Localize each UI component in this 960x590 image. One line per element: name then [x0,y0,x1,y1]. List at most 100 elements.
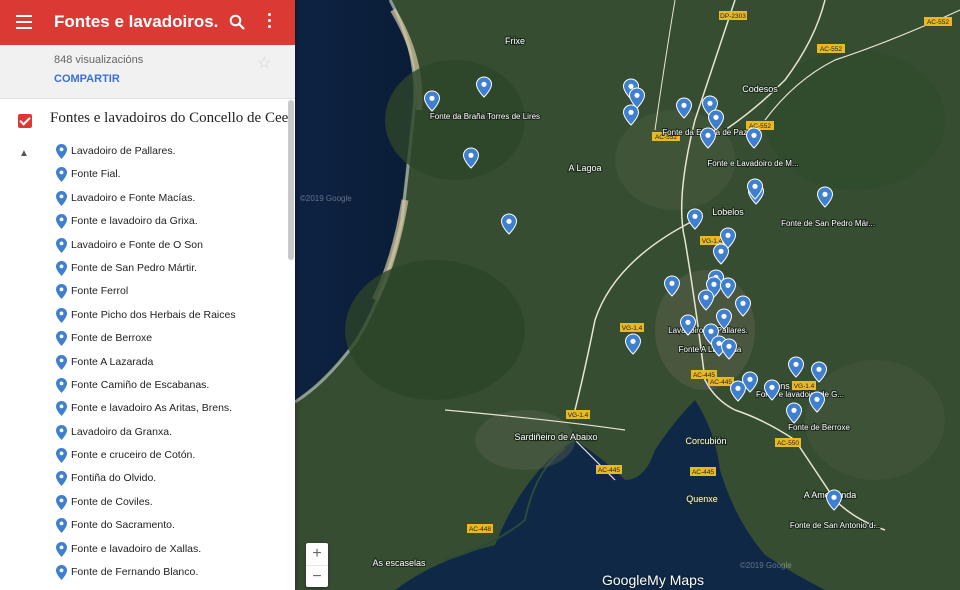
list-item-label: Fonte de Fernando Blanco. [71,566,199,579]
layer-header: Fontes e lavadoiros do Concello de Cee [0,99,295,139]
list-item-label: Lavadoiro e Fonte Macías. [71,191,196,204]
list-item[interactable]: Fonte e lavadoiro de Xallas. [0,538,290,561]
place-list: Lavadoiro de Pallares. Fonte Fial. Lavadoi… [0,140,290,584]
road-label: AC-445 [692,469,714,476]
map-stats: 848 visualizacións COMPARTIR ☆ [0,45,295,99]
app-header: Fontes e lavadoiros. [0,0,295,45]
layer-checkbox[interactable] [18,114,32,128]
road-label: AC-552 [927,19,949,26]
list-item-label: Fonte Ferrol [71,285,129,298]
list-item-label: Fontiña do Olvido. [71,472,157,485]
map-pin-icon [56,190,67,206]
list-item[interactable]: Lavadoiro e Fonte de O Son [0,234,290,257]
scrollbar[interactable] [288,100,294,260]
view-count: 848 visualizacións [54,54,144,66]
marker-label: Fonte da Braña Torres de Lires [430,112,540,121]
map-pin-icon [56,424,67,440]
list-item-label: Fonte Picho dos Herbais de Raices [71,308,236,321]
google-my-maps-logo: GoogleMy Maps [602,572,704,588]
place-label: Sardiñeiro de Abaixo [514,432,597,442]
list-item[interactable]: Fonte de Berroxe [0,327,290,350]
map-pin-icon [56,260,67,276]
star-icon[interactable]: ☆ [257,53,271,73]
menu-icon[interactable] [16,15,32,29]
list-item-label: Fonte e lavadoiro As Aritas, Brens. [71,402,233,415]
road-label: AC-445 [598,467,620,474]
place-label: Codesos [742,84,778,94]
place-label: Lobelos [712,207,744,217]
marker-label: Fonte de Berroxe [788,423,850,432]
list-item[interactable]: Fonte Ferrol [0,280,290,303]
layer-name[interactable]: Fontes e lavadoiros do Concello de Cee [50,110,288,127]
map-pin-icon [56,518,67,534]
map-watermark: ©2019 Google [740,561,792,570]
road-label: DP-2303 [720,13,746,20]
marker-label: Fonte de San Antonio d... [790,521,880,530]
list-item[interactable]: Lavadoiro e Fonte Macías. [0,187,290,210]
list-item[interactable]: Fonte Picho dos Herbais de Raices [0,304,290,327]
place-label: As escaselas [372,558,426,568]
more-vert-icon[interactable] [268,13,272,29]
road-label: AC-550 [777,440,799,447]
list-item[interactable]: Fonte Camiño de Escabanas. [0,374,290,397]
list-item-label: Fonte de Coviles. [71,495,153,508]
map-pin-icon [56,494,67,510]
google-wordmark: Google [602,572,648,588]
list-item-label: Fonte A Lazarada [71,355,154,368]
map-pin-icon [56,541,67,557]
map-pin-icon [56,214,67,230]
list-item[interactable]: Fontiña do Olvido. [0,467,290,490]
map-pin-icon [56,354,67,370]
list-item-label: Lavadoiro da Granxa. [71,425,172,438]
my-maps-wordmark: My Maps [647,572,704,588]
side-panel: Fontes e lavadoiros. 848 visualizacións … [0,0,295,590]
marker-label: Fonte e Lavadoiro de M... [707,159,798,168]
zoom-control: + − [306,543,328,587]
zoom-in-button[interactable]: + [306,543,328,566]
list-item[interactable]: Fonte de San Pedro Mártir. [0,257,290,280]
share-button[interactable]: COMPARTIR [54,73,120,85]
map-pin-icon [56,471,67,487]
zoom-out-button[interactable]: − [306,566,328,588]
list-item[interactable]: Lavadoiro de Pallares. [0,140,290,163]
map-canvas[interactable]: DP-2303 AC-552 AC-552 AC-552 AC-552 VG-1… [295,0,960,590]
place-label: A Lagoa [568,163,601,173]
list-item[interactable]: Fonte do Sacramento. [0,514,290,537]
satellite-map: DP-2303 AC-552 AC-552 AC-552 AC-552 VG-1… [295,0,960,590]
list-item-label: Fonte Fial. [71,168,121,181]
map-pin-icon [56,284,67,300]
list-item-label: Lavadoiro de Pallares. [71,145,176,157]
road-label: AC-552 [820,46,842,53]
place-label: Corcubión [685,436,726,446]
list-item-label: Lavadoiro e Fonte de O Son [71,238,203,251]
map-pin-icon [56,565,67,581]
road-label: VG-1.4 [794,383,815,390]
map-pin-icon [56,237,67,253]
list-item[interactable]: Lavadoiro da Granxa. [0,421,290,444]
list-item[interactable]: Fonte e cruceiro de Cotón. [0,444,290,467]
list-item-label: Fonte de Berroxe [71,332,153,345]
map-pin-icon [56,331,67,347]
search-icon[interactable] [229,14,245,30]
list-item-label: Fonte do Sacramento. [71,519,175,532]
list-item[interactable]: Fonte e lavadoiro As Aritas, Brens. [0,397,290,420]
list-item-label: Fonte de San Pedro Mártir. [71,261,198,274]
road-label: AC-445 [710,379,732,386]
map-pin-icon [56,377,67,393]
list-item[interactable]: Fonte e lavadoiro da Grixa. [0,210,290,233]
map-pin-icon [56,448,67,464]
list-item[interactable]: Fonte A Lazarada [0,351,290,374]
list-item[interactable]: Fonte de Coviles. [0,491,290,514]
road-label: VG-1.4 [568,412,589,419]
map-watermark: ©2019 Google [300,194,352,203]
road-label: VG-1.4 [622,325,643,332]
map-title: Fontes e lavadoiros. [54,12,219,31]
map-pin-icon [56,401,67,417]
place-label: Quenxe [686,494,718,504]
list-item-label: Fonte e cruceiro de Cotón. [71,449,196,462]
list-item[interactable]: Fonte de Fernando Blanco. [0,561,290,584]
map-pin-icon [56,167,67,183]
marker-label: Fonte de San Pedro Már... [781,219,875,228]
place-label: Frixe [505,36,525,46]
list-item[interactable]: Fonte Fial. [0,163,290,186]
